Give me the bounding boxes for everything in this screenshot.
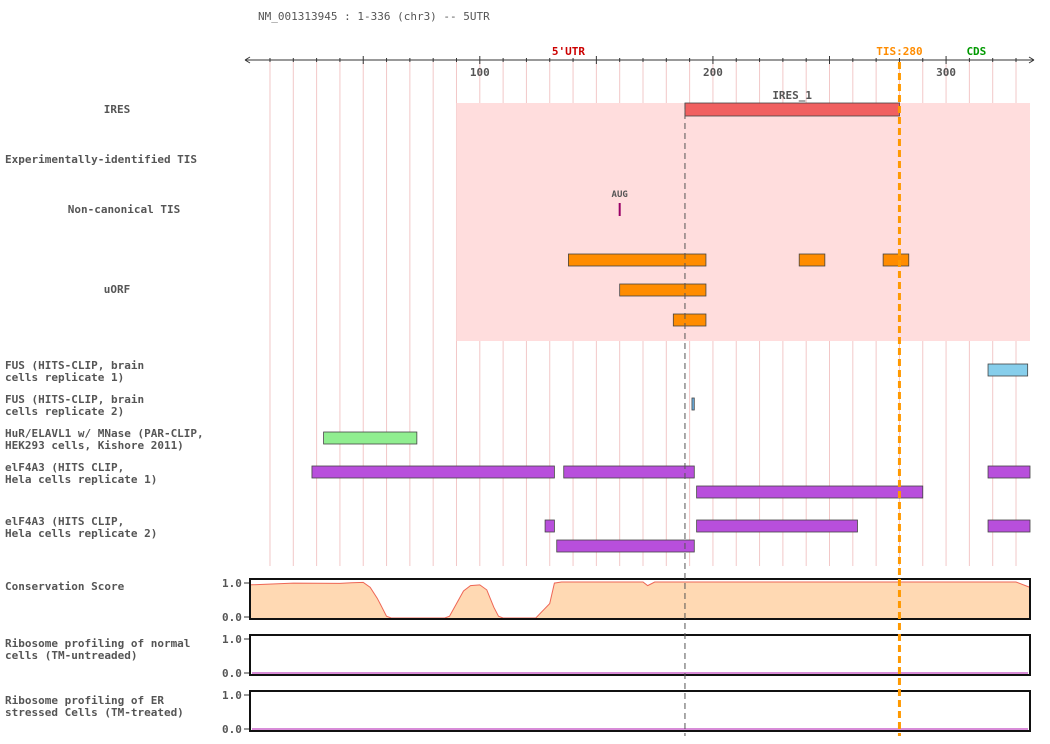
hur-feature[interactable] bbox=[323, 431, 418, 445]
genome-browser-view: NM_001313945 : 1-336 (chr3) -- 5UTR 100 2… bbox=[5, 10, 1035, 736]
plot-y-max: 1.0 bbox=[222, 633, 242, 646]
fus-1-feature[interactable] bbox=[987, 363, 1029, 377]
eif4a3-2-feature[interactable] bbox=[696, 519, 858, 533]
track-label: Experimentally-identified TIS bbox=[5, 153, 197, 166]
track-label: IRES bbox=[104, 103, 131, 116]
track-label: Hela cells replicate 1) bbox=[5, 473, 157, 486]
ires-bar-label: IRES_1 bbox=[772, 89, 812, 102]
axis-tick-label: 300 bbox=[936, 66, 956, 79]
eif4a3-1-feature[interactable] bbox=[563, 465, 695, 479]
track-label: Hela cells replicate 2) bbox=[5, 527, 157, 540]
aug-label: AUG bbox=[612, 190, 628, 200]
eif4a3-2-feature[interactable] bbox=[544, 519, 555, 533]
conservation-area bbox=[249, 582, 1030, 618]
transcript-header: NM_001313945 : 1-336 (chr3) -- 5UTR bbox=[258, 10, 490, 23]
track-label: stressed Cells (TM-treated) bbox=[5, 706, 184, 719]
plot-y-min: 0.0 bbox=[222, 611, 242, 624]
eif4a3-2-feature[interactable] bbox=[987, 519, 1031, 533]
axis-tick-label: 100 bbox=[470, 66, 490, 79]
track-label: Non-canonical TIS bbox=[68, 203, 181, 216]
eif4a3-2-feature[interactable] bbox=[556, 539, 695, 553]
track-label: cells (TM-untreaded) bbox=[5, 649, 137, 662]
track-label: HEK293 cells, Kishore 2011) bbox=[5, 439, 184, 452]
ires-region-shade bbox=[456, 103, 1030, 341]
track-label: uORF bbox=[104, 283, 131, 296]
uorf-feature[interactable] bbox=[798, 253, 826, 267]
ribo_normal-frame bbox=[249, 634, 1031, 676]
fus-2-feature[interactable] bbox=[691, 397, 695, 411]
eif4a3-1-feature[interactable] bbox=[696, 485, 924, 499]
region-label: CDS bbox=[966, 45, 986, 58]
region-label: 5'UTR bbox=[552, 45, 585, 58]
uorf-feature[interactable] bbox=[882, 253, 910, 267]
uorf-feature[interactable] bbox=[619, 283, 707, 297]
eif4a3-1-feature[interactable] bbox=[311, 465, 555, 479]
track-label: cells replicate 2) bbox=[5, 405, 124, 418]
plot-y-max: 1.0 bbox=[222, 689, 242, 702]
ires-bar[interactable] bbox=[684, 102, 900, 117]
track-label: cells replicate 1) bbox=[5, 371, 124, 384]
eif4a3-1-feature[interactable] bbox=[987, 465, 1031, 479]
plot-y-max: 1.0 bbox=[222, 577, 242, 590]
uorf-feature[interactable] bbox=[672, 313, 707, 327]
ribo_stressed-frame bbox=[249, 690, 1031, 732]
axis-tick-label: 200 bbox=[703, 66, 723, 79]
score-plots: 1.0 0.0 1.0 0.0 1.0 0.0 bbox=[222, 577, 1031, 736]
ires-region-background bbox=[456, 103, 1030, 341]
region-label: TIS:280 bbox=[876, 45, 922, 58]
plot-y-min: 0.0 bbox=[222, 667, 242, 680]
plot-y-min: 0.0 bbox=[222, 723, 242, 736]
track-label: Conservation Score bbox=[5, 580, 125, 593]
